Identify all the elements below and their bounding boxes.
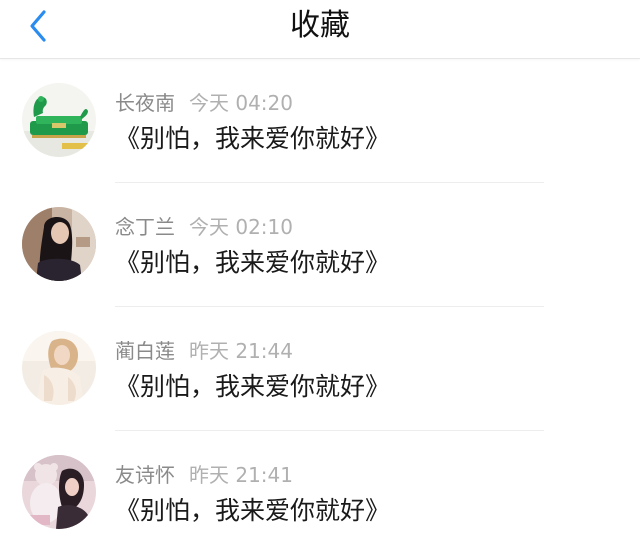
avatar[interactable] bbox=[22, 455, 96, 529]
sender-name: 念丁兰 bbox=[115, 215, 175, 239]
timestamp: 今天 04:20 bbox=[189, 91, 293, 115]
favorite-content: 《别怕，我来爱你就好》 bbox=[115, 496, 391, 525]
favorite-content: 《别怕，我来爱你就好》 bbox=[115, 124, 391, 153]
item-meta: 友诗怀 昨天 21:41 bbox=[115, 463, 293, 487]
item-meta: 长夜南 今天 04:20 bbox=[115, 91, 293, 115]
list-item[interactable]: 蔺白莲 昨天 21:44 《别怕，我来爱你就好》 bbox=[0, 307, 640, 431]
timestamp: 昨天 21:41 bbox=[189, 463, 293, 487]
item-meta: 蔺白莲 昨天 21:44 bbox=[115, 339, 293, 363]
avatar[interactable] bbox=[22, 331, 96, 405]
favorites-list: 长夜南 今天 04:20 《别怕，我来爱你就好》 念丁兰 今天 02:10 《别… bbox=[0, 59, 640, 553]
item-meta: 念丁兰 今天 02:10 bbox=[115, 215, 293, 239]
top-navigation-bar: 收藏 bbox=[0, 0, 640, 59]
favorite-content: 《别怕，我来爱你就好》 bbox=[115, 372, 391, 401]
sender-name: 长夜南 bbox=[115, 91, 175, 115]
page-title: 收藏 bbox=[290, 8, 350, 43]
list-item[interactable]: 念丁兰 今天 02:10 《别怕，我来爱你就好》 bbox=[0, 183, 640, 307]
favorites-page: 收藏 长夜南 今天 04:20 《别怕，我来爱你就好》 念丁兰 今天 02:10… bbox=[0, 0, 640, 553]
favorite-content: 《别怕，我来爱你就好》 bbox=[115, 248, 391, 277]
timestamp: 今天 02:10 bbox=[189, 215, 293, 239]
avatar[interactable] bbox=[22, 207, 96, 281]
avatar[interactable] bbox=[22, 83, 96, 157]
sender-name: 蔺白莲 bbox=[115, 339, 175, 363]
list-item[interactable]: 友诗怀 昨天 21:41 《别怕，我来爱你就好》 bbox=[0, 431, 640, 553]
sender-name: 友诗怀 bbox=[115, 463, 175, 487]
list-item[interactable]: 长夜南 今天 04:20 《别怕，我来爱你就好》 bbox=[0, 59, 640, 183]
timestamp: 昨天 21:44 bbox=[189, 339, 293, 363]
